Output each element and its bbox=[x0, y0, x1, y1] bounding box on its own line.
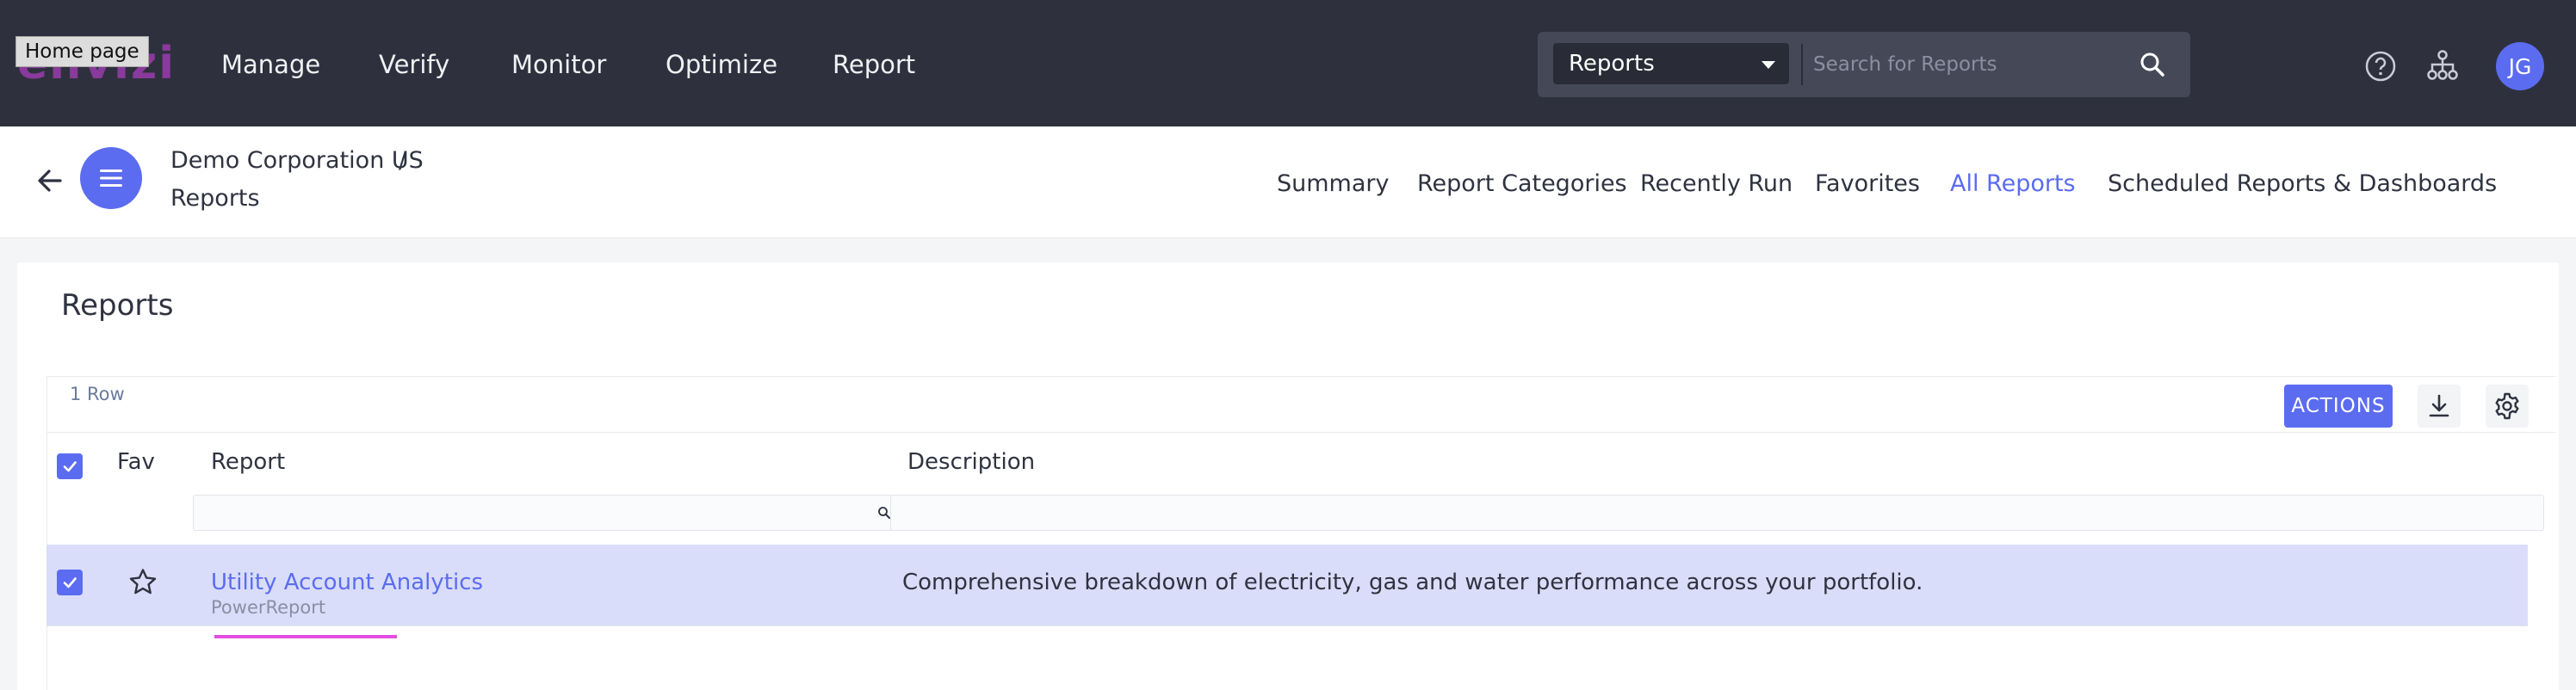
nav-manage[interactable]: Manage bbox=[221, 50, 320, 79]
grid-divider bbox=[46, 432, 2555, 433]
user-avatar[interactable]: JG bbox=[2496, 42, 2544, 90]
reports-panel: Reports 1 Row ACTIONS Fav Report Descrip… bbox=[17, 262, 2559, 690]
nav-optimize[interactable]: Optimize bbox=[666, 50, 777, 79]
search-icon bbox=[877, 506, 891, 523]
page-header-bar: Demo Corporation US / Reports Summary Re… bbox=[0, 126, 2576, 238]
tab-favorites[interactable]: Favorites bbox=[1815, 170, 1920, 197]
breadcrumb-separator: / bbox=[399, 147, 407, 174]
checkmark-icon bbox=[63, 577, 77, 588]
actions-button[interactable]: ACTIONS bbox=[2284, 385, 2393, 428]
download-button[interactable] bbox=[2418, 385, 2461, 428]
report-description: Comprehensive breakdown of electricity, … bbox=[902, 570, 1923, 595]
grid-left-border bbox=[46, 376, 47, 690]
tab-summary[interactable]: Summary bbox=[1277, 170, 1389, 197]
menu-button[interactable] bbox=[80, 147, 142, 209]
breadcrumb-organization[interactable]: Demo Corporation US bbox=[170, 147, 424, 174]
row-count: 1 Row bbox=[70, 384, 125, 404]
highlight-underline bbox=[214, 635, 397, 638]
gear-icon bbox=[2495, 392, 2519, 420]
tab-all-reports[interactable]: All Reports bbox=[1950, 170, 2076, 197]
report-type-label: PowerReport bbox=[211, 597, 326, 618]
description-filter-input[interactable] bbox=[890, 495, 2544, 531]
nav-report[interactable]: Report bbox=[833, 50, 915, 79]
column-header-fav[interactable]: Fav bbox=[117, 449, 155, 475]
home-page-tooltip: Home page bbox=[15, 36, 149, 67]
row-divider bbox=[46, 625, 2528, 626]
tab-report-categories[interactable]: Report Categories bbox=[1417, 170, 1627, 197]
report-name-link[interactable]: Utility Account Analytics bbox=[211, 570, 483, 595]
back-arrow-icon[interactable] bbox=[34, 165, 65, 200]
breadcrumb-current-page: Reports bbox=[170, 185, 260, 212]
settings-button[interactable] bbox=[2486, 385, 2529, 428]
grid-divider bbox=[46, 376, 2555, 377]
search-scope-value: Reports bbox=[1569, 51, 1655, 77]
global-search: Reports bbox=[1538, 32, 2190, 97]
tab-recently-run[interactable]: Recently Run bbox=[1640, 170, 1793, 197]
nav-verify[interactable]: Verify bbox=[379, 50, 449, 79]
search-scope-select[interactable]: Reports bbox=[1553, 43, 1789, 84]
select-all-checkbox[interactable] bbox=[57, 453, 83, 479]
checkmark-icon bbox=[63, 461, 77, 472]
column-header-description[interactable]: Description bbox=[907, 449, 1035, 475]
row-select-checkbox[interactable] bbox=[57, 570, 83, 595]
search-divider bbox=[1801, 44, 1803, 85]
tab-scheduled-reports[interactable]: Scheduled Reports & Dashboards bbox=[2108, 170, 2497, 197]
org-hierarchy-icon[interactable] bbox=[2427, 50, 2458, 84]
download-icon bbox=[2429, 394, 2449, 417]
report-filter-input[interactable] bbox=[193, 495, 897, 531]
hamburger-icon bbox=[100, 169, 122, 187]
page-title: Reports bbox=[61, 288, 174, 323]
search-icon[interactable] bbox=[2139, 51, 2166, 82]
favorite-star-icon[interactable] bbox=[127, 567, 158, 601]
top-navigation-bar: envizi Home page Manage Verify Monitor O… bbox=[0, 0, 2576, 126]
column-header-report[interactable]: Report bbox=[211, 449, 285, 475]
search-input[interactable] bbox=[1813, 44, 2132, 85]
caret-down-icon bbox=[1762, 61, 1775, 69]
help-icon[interactable] bbox=[2364, 50, 2397, 86]
nav-monitor[interactable]: Monitor bbox=[511, 50, 606, 79]
